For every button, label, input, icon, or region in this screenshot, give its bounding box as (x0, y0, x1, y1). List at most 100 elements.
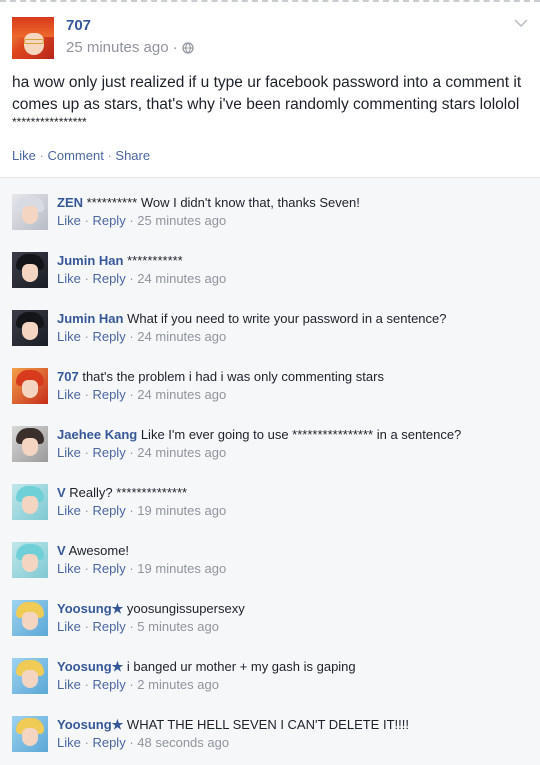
post-timestamp-row: 25 minutes ago · (66, 39, 194, 56)
like-link[interactable]: Like (12, 148, 36, 163)
comment-text: Awesome! (68, 543, 130, 558)
comment-author-avatar[interactable] (12, 542, 48, 578)
comment: V Awesome! Like · Reply · 19 minutes ago (0, 542, 540, 600)
comment-author-avatar[interactable] (12, 252, 48, 288)
comment-like-link[interactable]: Like (57, 735, 81, 750)
comment-line: Jaehee Kang Like I'm ever going to use *… (57, 426, 532, 443)
comment-text: WHAT THE HELL SEVEN I CAN'T DELETE IT!!!… (126, 717, 409, 732)
comment-body: ZEN ********** Wow I didn't know that, t… (57, 194, 532, 229)
comment-author-avatar[interactable] (12, 658, 48, 694)
comment-text: Like I'm ever going to use *************… (140, 427, 462, 442)
comment-like-link[interactable]: Like (57, 677, 81, 692)
comment-author-avatar[interactable] (12, 426, 48, 462)
comment-body: V Awesome! Like · Reply · 19 minutes ago (57, 542, 532, 577)
comment-author-name[interactable]: Jaehee Kang (57, 427, 137, 442)
comment-line: V Really? ************** (57, 484, 532, 501)
comment-like-link[interactable]: Like (57, 503, 81, 518)
comment-like-link[interactable]: Like (57, 329, 81, 344)
comment-like-link[interactable]: Like (57, 271, 81, 286)
comment-like-link[interactable]: Like (57, 561, 81, 576)
comment-reply-link[interactable]: Reply (92, 619, 125, 634)
comment-meta: Like · Reply · 24 minutes ago (57, 271, 227, 286)
comment: Jumin Han What if you need to write your… (0, 310, 540, 368)
share-link[interactable]: Share (115, 148, 150, 163)
comment-author-avatar[interactable] (12, 484, 48, 520)
comment-body: Jaehee Kang Like I'm ever going to use *… (57, 426, 532, 461)
comment-author-avatar[interactable] (12, 310, 48, 346)
comment-timestamp[interactable]: 24 minutes ago (137, 387, 226, 402)
comment-body: 707 that's the problem i had i was only … (57, 368, 532, 403)
comment-timestamp[interactable]: 24 minutes ago (137, 445, 226, 460)
post-time-separator: · (172, 39, 178, 56)
comment-timestamp[interactable]: 24 minutes ago (137, 329, 226, 344)
comment-text: that's the problem i had i was only comm… (82, 369, 384, 384)
comment-timestamp[interactable]: 19 minutes ago (137, 561, 226, 576)
comment-meta: Like · Reply · 24 minutes ago (57, 445, 227, 460)
comment-text: ********** Wow I didn't know that, thank… (86, 195, 360, 210)
comment: ZEN ********** Wow I didn't know that, t… (0, 194, 540, 252)
comment-line: ZEN ********** Wow I didn't know that, t… (57, 194, 532, 211)
comment-timestamp[interactable]: 2 minutes ago (137, 677, 219, 692)
comment-author-avatar[interactable] (12, 368, 48, 404)
comment-author-name[interactable]: ZEN (57, 195, 83, 210)
comment-like-link[interactable]: Like (57, 445, 81, 460)
chevron-down-icon[interactable] (514, 18, 528, 28)
globe-icon[interactable] (181, 41, 194, 54)
comment-reply-link[interactable]: Reply (92, 735, 125, 750)
comment-author-avatar[interactable] (12, 716, 48, 752)
comments-section: ZEN ********** Wow I didn't know that, t… (0, 178, 540, 765)
comment-author-avatar[interactable] (12, 194, 48, 230)
comment-author-name[interactable]: Yoosung★ (57, 659, 123, 674)
comment-reply-link[interactable]: Reply (92, 445, 125, 460)
comment-meta: Like · Reply · 48 seconds ago (57, 735, 230, 750)
post-author-name[interactable]: 707 (66, 17, 91, 34)
comment-reply-link[interactable]: Reply (92, 329, 125, 344)
comment-reply-link[interactable]: Reply (92, 561, 125, 576)
comment-line: V Awesome! (57, 542, 532, 559)
comment-author-name[interactable]: 707 (57, 369, 79, 384)
comment-meta: Like · Reply · 19 minutes ago (57, 561, 227, 576)
comment-reply-link[interactable]: Reply (92, 271, 125, 286)
comment-author-name[interactable]: V (57, 485, 66, 500)
comment-meta: Like · Reply · 25 minutes ago (57, 213, 227, 228)
comment-reply-link[interactable]: Reply (92, 677, 125, 692)
comment-body: Yoosung★ yoosungissupersexy Like · Reply … (57, 600, 532, 635)
comment-author-name[interactable]: Jumin Han (57, 253, 123, 268)
post-text: ha wow only just realized if u type ur f… (12, 74, 522, 113)
comment-meta: Like · Reply · 2 minutes ago (57, 677, 219, 692)
comment-author-name[interactable]: Jumin Han (57, 311, 123, 326)
comment-line: Yoosung★ yoosungissupersexy (57, 600, 532, 617)
comment-author-name[interactable]: Yoosung★ (57, 717, 123, 732)
comment-reply-link[interactable]: Reply (92, 213, 125, 228)
comment-author-name[interactable]: V (57, 543, 66, 558)
comment: Jaehee Kang Like I'm ever going to use *… (0, 426, 540, 484)
comment-timestamp[interactable]: 5 minutes ago (137, 619, 219, 634)
comment-reply-link[interactable]: Reply (92, 503, 125, 518)
post-author-avatar[interactable] (12, 17, 54, 59)
comment-reply-link[interactable]: Reply (92, 387, 125, 402)
comment-author-avatar[interactable] (12, 600, 48, 636)
comment-meta: Like · Reply · 5 minutes ago (57, 619, 219, 634)
comment-text: yoosungissupersexy (126, 601, 245, 616)
post: 707 25 minutes ago · ha wow only just re… (0, 2, 540, 177)
comment-meta: Like · Reply · 24 minutes ago (57, 387, 227, 402)
comment-like-link[interactable]: Like (57, 213, 81, 228)
comment-timestamp[interactable]: 25 minutes ago (137, 213, 226, 228)
comment-line: 707 that's the problem i had i was only … (57, 368, 532, 385)
comment-body: Yoosung★ i banged ur mother + my gash is… (57, 658, 532, 693)
comment-meta: Like · Reply · 24 minutes ago (57, 329, 227, 344)
comment-timestamp[interactable]: 48 seconds ago (137, 735, 229, 750)
comment-body: Jumin Han What if you need to write your… (57, 310, 532, 345)
comment-like-link[interactable]: Like (57, 387, 81, 402)
comment-like-link[interactable]: Like (57, 619, 81, 634)
comment-meta: Like · Reply · 19 minutes ago (57, 503, 227, 518)
comment: Yoosung★ yoosungissupersexy Like · Reply … (0, 600, 540, 658)
comment-line: Jumin Han *********** (57, 252, 532, 269)
comment-author-name[interactable]: Yoosung★ (57, 601, 123, 616)
post-timestamp[interactable]: 25 minutes ago (66, 39, 169, 56)
comment-body: Yoosung★ WHAT THE HELL SEVEN I CAN'T DEL… (57, 716, 532, 751)
comment-timestamp[interactable]: 24 minutes ago (137, 271, 226, 286)
comment-timestamp[interactable]: 19 minutes ago (137, 503, 226, 518)
comment: Yoosung★ i banged ur mother + my gash is… (0, 658, 540, 716)
comment-link[interactable]: Comment (47, 148, 103, 163)
